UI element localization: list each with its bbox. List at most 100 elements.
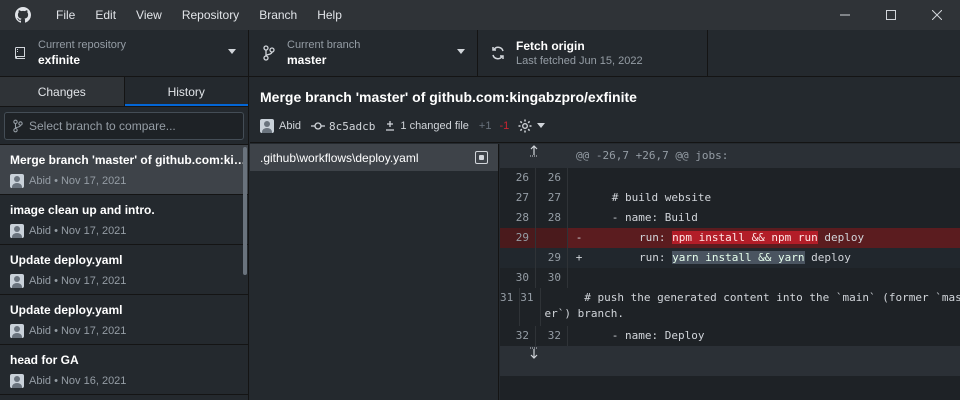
menu-edit[interactable]: Edit: [85, 8, 126, 22]
added-highlight: yarn install && yarn: [672, 251, 805, 264]
commit-item[interactable]: Update deploy.yaml Abid • Nov 17, 2021: [0, 245, 248, 295]
tab-history[interactable]: History: [124, 77, 248, 106]
old-line-number: 32: [500, 326, 536, 346]
hunk-expander: [500, 346, 960, 376]
diff-line: 28 28 - name: Build: [500, 208, 960, 228]
commit-summary: Merge branch 'master' of github.com:king…: [260, 89, 637, 105]
line-prefix: run:: [586, 231, 673, 244]
toolbar: Current repository exfinite Current bran…: [0, 30, 960, 77]
github-logo-icon: [0, 0, 46, 30]
old-line-number: 27: [500, 188, 536, 208]
chevron-down-icon: [457, 49, 465, 54]
diff-line: 32 32 - name: Deploy: [500, 326, 960, 346]
line-suffix: deploy: [804, 251, 851, 264]
diff-line: 26 26: [500, 168, 960, 188]
current-repository-button[interactable]: Current repository exfinite: [0, 30, 249, 76]
modified-icon: [475, 151, 488, 164]
commit-list: Merge branch 'master' of github.com:king…: [0, 145, 248, 395]
avatar: [10, 274, 24, 288]
line-content: - name: Deploy: [572, 329, 705, 342]
old-line-number: 31: [500, 288, 521, 326]
new-line-number: 28: [536, 208, 568, 228]
commit-sha[interactable]: 8c5adcb: [329, 120, 375, 133]
fetch-label: Fetch origin: [516, 39, 585, 53]
file-path: .github\workflows\deploy.yaml: [260, 150, 419, 165]
minimize-icon[interactable]: [822, 0, 868, 30]
expand-up-icon[interactable]: [500, 144, 568, 168]
sync-icon: [488, 45, 508, 61]
branch-compare-input[interactable]: [29, 119, 229, 133]
branch-compare-box: [4, 112, 244, 140]
diff-icon: [386, 121, 395, 131]
branch-compare: [0, 107, 248, 145]
commit-detail: Merge branch 'master' of github.com:king…: [250, 77, 960, 400]
window-controls: [822, 0, 960, 30]
branch-label: Current branch: [287, 39, 361, 51]
menu-file[interactable]: File: [46, 8, 85, 22]
deleted-highlight: npm install && npm run: [672, 231, 818, 244]
diff-view: @@ -26,7 +26,7 @@ jobs: 26 26 27 27 # bu…: [500, 144, 960, 400]
new-line-number: 31: [520, 288, 541, 326]
menu-bar: File Edit View Repository Branch Help: [46, 0, 352, 30]
line-content: # build website: [572, 191, 712, 204]
hunk-text: @@ -26,7 +26,7 @@ jobs:: [576, 149, 729, 162]
diff-symbol: -: [575, 231, 583, 244]
old-line-number: 29: [500, 228, 536, 248]
fetch-sub: Last fetched Jun 15, 2022: [516, 55, 643, 67]
commit-item[interactable]: image clean up and intro. Abid • Nov 17,…: [0, 195, 248, 245]
commit-item[interactable]: Update deploy.yaml Abid • Nov 17, 2021: [0, 295, 248, 345]
commit-title: Merge branch 'master' of github.com:king…: [10, 153, 246, 167]
diff-line: 27 27 # build website: [500, 188, 960, 208]
maximize-icon[interactable]: [868, 0, 914, 30]
avatar: [10, 324, 24, 338]
current-branch-button[interactable]: Current branch master: [249, 30, 478, 76]
old-line-number: 30: [500, 268, 536, 288]
line-prefix: run:: [586, 251, 673, 264]
commit-title: image clean up and intro.: [10, 203, 155, 217]
added-line: 29 + run: yarn install && yarn deploy: [500, 248, 960, 268]
line-content: - name: Build: [572, 211, 698, 224]
new-line-number: 32: [536, 326, 568, 346]
commit-header: Merge branch 'master' of github.com:king…: [250, 77, 960, 143]
new-line-number: 27: [536, 188, 568, 208]
repo-label: Current repository: [38, 39, 127, 51]
new-line-number: [536, 228, 568, 248]
old-line-number: 26: [500, 168, 536, 188]
menu-branch[interactable]: Branch: [249, 8, 307, 22]
commit-meta: Abid • Nov 16, 2021: [29, 375, 127, 387]
commit-meta: Abid • Nov 17, 2021: [29, 325, 127, 337]
diff-settings-button[interactable]: [517, 118, 546, 134]
close-icon[interactable]: [914, 0, 960, 30]
diff-symbol: +: [575, 251, 583, 264]
menu-view[interactable]: View: [126, 8, 172, 22]
commit-item[interactable]: Merge branch 'master' of github.com:king…: [0, 145, 248, 195]
commit-title: head for GA: [10, 353, 79, 367]
deleted-line: 29 - run: npm install && npm run deploy: [500, 228, 960, 248]
line-content-wrap: er`) branch.: [544, 307, 624, 320]
commit-title: Update deploy.yaml: [10, 303, 123, 317]
additions-count: +1: [478, 120, 492, 132]
diff-line: 31 31 # push the generated content into …: [500, 288, 960, 326]
avatar: [10, 374, 24, 388]
line-content: # push the generated content into the `m…: [544, 291, 960, 304]
sidebar-scrollbar[interactable]: [243, 147, 247, 275]
commit-title: Update deploy.yaml: [10, 253, 123, 267]
new-line-number: 30: [536, 268, 568, 288]
deletions-count: -1: [499, 120, 510, 132]
avatar: [10, 224, 24, 238]
commit-meta: Abid • Nov 17, 2021: [29, 175, 127, 187]
changed-files: 1 changed file: [400, 120, 469, 132]
menu-repository[interactable]: Repository: [172, 8, 249, 22]
tab-changes[interactable]: Changes: [0, 77, 125, 106]
file-item[interactable]: .github\workflows\deploy.yaml: [250, 144, 498, 171]
avatar: [260, 119, 274, 133]
old-line-number: 28: [500, 208, 536, 228]
expand-down-icon[interactable]: [500, 346, 568, 376]
new-line-number: 29: [536, 248, 568, 268]
commit-item[interactable]: head for GA Abid • Nov 16, 2021: [0, 345, 248, 395]
commit-meta-bar: Abid 8c5adcb 1 changed file +1 -1: [260, 118, 950, 134]
fetch-origin-button[interactable]: Fetch origin Last fetched Jun 15, 2022: [478, 30, 708, 76]
menu-help[interactable]: Help: [307, 8, 352, 22]
commit-meta: Abid • Nov 17, 2021: [29, 275, 127, 287]
commit-meta: Abid • Nov 17, 2021: [29, 225, 127, 237]
